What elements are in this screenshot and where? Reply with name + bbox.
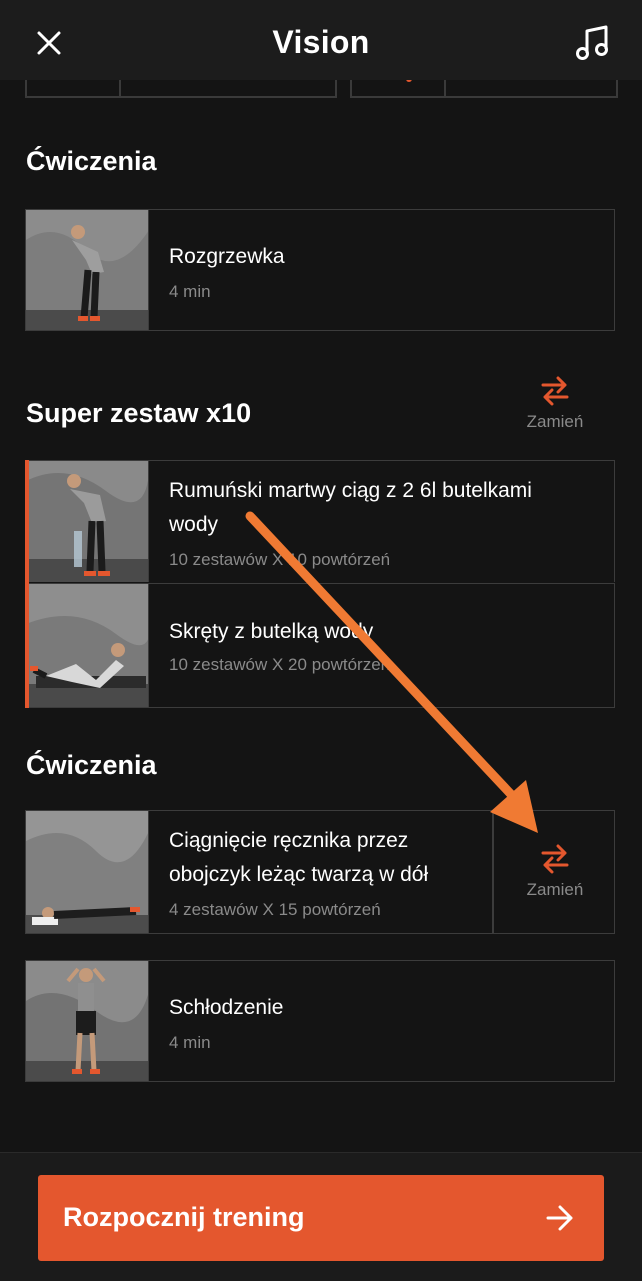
exercise-card-towel-pull[interactable]: Ciągnięcie ręcznika przez obojczyk leżąc… — [25, 810, 615, 934]
exercise-thumbnail — [26, 210, 149, 330]
arrow-right-icon — [546, 1205, 573, 1231]
exercise-card-cooldown[interactable]: Schłodzenie 4 min — [25, 960, 615, 1082]
exercise-thumbnail — [26, 461, 149, 582]
start-workout-label: Rozpocznij trening — [63, 1202, 305, 1232]
swap-label: Zamień — [526, 412, 584, 431]
section-title-exercises: Ćwiczenia — [26, 146, 157, 176]
exercise-sets-reps: 10 zestawów X 10 powtórzeń — [169, 550, 391, 569]
exercise-name: Rozgrzewka — [169, 245, 285, 268]
exercise-card-romanian-deadlift[interactable]: Rumuński martwy ciąg z 2 6l butelkami wo… — [25, 460, 615, 582]
exercise-duration: 4 min — [169, 282, 211, 301]
exercise-sets-reps: 4 zestawów X 15 powtórzeń — [169, 900, 381, 919]
swap-label: Zamień — [526, 880, 584, 899]
exercise-name-line-1: Ciągnięcie ręcznika przez — [169, 829, 409, 852]
exercise-name: Rumuński martwy ciąg z 2 6l butelkami wo… — [169, 474, 532, 542]
exercise-card-warmup[interactable]: Rozgrzewka 4 min — [25, 209, 615, 331]
exercise-name: Schłodzenie — [169, 996, 284, 1019]
page-title: Vision — [272, 24, 370, 60]
exercise-name: Skręty z butelką wody — [169, 620, 374, 643]
exercise-name-line-1: Rumuński martwy ciąg z 2 6l butelkami — [169, 479, 532, 502]
superset-accent-bar — [25, 460, 29, 708]
swap-superset-button[interactable]: Zamień — [514, 376, 596, 432]
swap-arrows-icon — [541, 844, 569, 874]
swap-exercise-button[interactable]: Zamień — [494, 844, 616, 900]
exercise-name: Ciągnięcie ręcznika przez obojczyk leżąc… — [169, 824, 428, 892]
section-title-exercises-2: Ćwiczenia — [26, 750, 157, 780]
bottom-bar: Rozpocznij trening — [0, 1152, 642, 1281]
top-bar: Vision — [0, 0, 642, 80]
music-note-icon[interactable] — [574, 24, 610, 62]
exercise-sets-reps: 10 zestawów X 20 powtórzeń — [169, 655, 391, 674]
start-workout-button[interactable]: Rozpocznij trening — [38, 1175, 604, 1261]
exercise-name-line-2: obojczyk leżąc twarzą w dół — [169, 863, 429, 886]
section-title-superset: Super zestaw x10 — [26, 398, 252, 428]
exercise-thumbnail — [26, 961, 149, 1081]
swap-arrows-icon — [541, 376, 569, 406]
exercise-card-bottle-twists[interactable]: Skręty z butelką wody 10 zestawów X 20 p… — [25, 583, 615, 708]
exercise-thumbnail — [26, 811, 149, 933]
exercise-thumbnail — [26, 584, 149, 707]
exercise-duration: 4 min — [169, 1033, 211, 1052]
exercise-name-line-2: wody — [169, 513, 219, 536]
